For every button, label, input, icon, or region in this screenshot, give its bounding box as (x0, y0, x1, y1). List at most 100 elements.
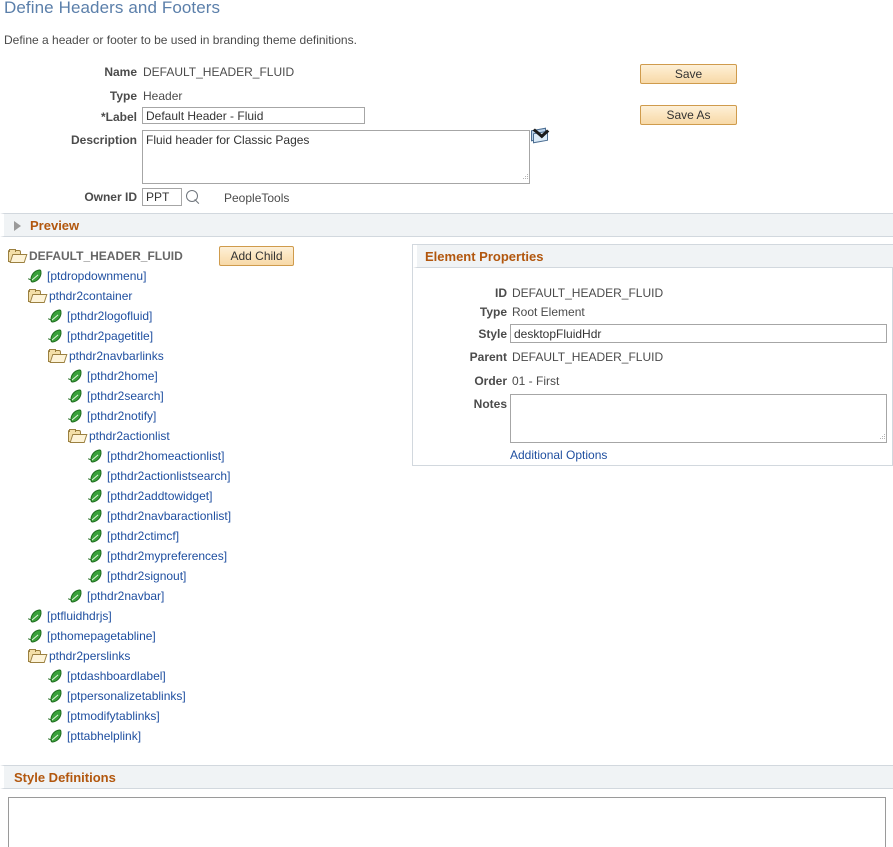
tree-node-link[interactable]: [pthomepagetabline] (42, 626, 156, 646)
tree-node-link[interactable]: [pttabhelplink] (62, 726, 141, 746)
folder-open-icon (28, 649, 44, 662)
tree-node[interactable]: [pthdr2ctimcf] (88, 525, 179, 545)
leaf-icon (88, 469, 102, 482)
tree-node-link[interactable]: [pthdr2logofluid] (62, 306, 152, 326)
name-label: Name (40, 65, 137, 79)
tree-node[interactable]: [pthdr2actionlistsearch] (88, 465, 230, 485)
tree-node[interactable]: [pthdr2notify] (68, 405, 156, 425)
element-tree: DEFAULT_HEADER_FLUID[ptdropdownmenu]pthd… (0, 245, 405, 750)
folder-open-icon (68, 429, 84, 442)
tree-node-link[interactable]: [pthdr2navbar] (82, 586, 164, 606)
tree-node[interactable]: [pthdr2logofluid] (48, 305, 152, 325)
leaf-icon (88, 529, 102, 542)
tree-node[interactable]: [ptdropdownmenu] (28, 265, 146, 285)
owner-id-label: Owner ID (40, 190, 137, 204)
tree-node-link[interactable]: [pthdr2pagetitle] (62, 326, 153, 346)
tree-node[interactable]: [ptfluidhdrjs] (28, 605, 112, 625)
tree-node-link[interactable]: pthdr2perslinks (44, 646, 130, 666)
element-properties-title: Element Properties (425, 249, 544, 264)
tree-node-link[interactable]: [pthdr2actionlistsearch] (102, 466, 230, 486)
collapse-right-arrow-icon[interactable] (14, 221, 21, 231)
tree-node[interactable]: [pttabhelplink] (48, 725, 141, 745)
leaf-icon (48, 709, 62, 722)
leaf-icon (48, 329, 62, 342)
save-button[interactable]: Save (640, 64, 737, 84)
tree-node-link[interactable]: [pthdr2addtowidget] (102, 486, 212, 506)
ep-style-label: Style (421, 327, 507, 341)
name-value: DEFAULT_HEADER_FLUID (143, 65, 294, 79)
leaf-icon (28, 609, 42, 622)
ep-parent-label: Parent (421, 350, 507, 364)
tree-node-link[interactable]: [ptfluidhdrjs] (42, 606, 112, 626)
additional-options-link[interactable]: Additional Options (510, 448, 607, 462)
tree-node[interactable]: [pthdr2search] (68, 385, 164, 405)
tree-node-link[interactable]: [pthdr2search] (82, 386, 164, 406)
folder-open-icon (8, 249, 24, 262)
ep-notes-textarea[interactable] (510, 394, 887, 443)
tree-node-label-current: DEFAULT_HEADER_FLUID (24, 246, 183, 266)
tree-node-link[interactable]: [ptdashboardlabel] (62, 666, 166, 686)
tree-node-link[interactable]: pthdr2container (44, 286, 132, 306)
tree-node[interactable]: DEFAULT_HEADER_FLUID (8, 245, 183, 265)
tree-node-link[interactable]: [pthdr2home] (82, 366, 158, 386)
tree-node-link[interactable]: [pthdr2ctimcf] (102, 526, 179, 546)
tree-node[interactable]: [pthdr2home] (68, 365, 158, 385)
tree-node[interactable]: [pthdr2signout] (88, 565, 186, 585)
tree-node-link[interactable]: [pthdr2notify] (82, 406, 156, 426)
ep-order-label: Order (421, 374, 507, 388)
leaf-icon (88, 449, 102, 462)
style-definitions-title: Style Definitions (14, 770, 116, 785)
tree-node[interactable]: [pthdr2mypreferences] (88, 545, 227, 565)
tree-node[interactable]: [pthdr2addtowidget] (88, 485, 212, 505)
page-root: Define Headers and Footers Define a head… (0, 0, 893, 847)
spell-check-icon[interactable] (530, 126, 548, 143)
folder-open-icon (28, 289, 44, 302)
save-as-button[interactable]: Save As (640, 105, 737, 125)
element-properties-header-bar: Element Properties (413, 245, 893, 268)
tree-node[interactable]: pthdr2container (28, 285, 132, 305)
leaf-icon (88, 509, 102, 522)
leaf-icon (28, 269, 42, 282)
tree-node[interactable]: [pthdr2homeactionlist] (88, 445, 224, 465)
tree-node[interactable]: [pthomepagetabline] (28, 625, 156, 645)
add-child-button[interactable]: Add Child (219, 246, 294, 266)
tree-node[interactable]: pthdr2actionlist (68, 425, 170, 445)
leaf-icon (48, 689, 62, 702)
type-value: Header (143, 89, 182, 103)
tree-node[interactable]: [pthdr2navbar] (68, 585, 164, 605)
tree-node-link[interactable]: pthdr2navbarlinks (64, 346, 164, 366)
tree-node-link[interactable]: [pthdr2homeactionlist] (102, 446, 224, 466)
tree-node-link[interactable]: pthdr2actionlist (84, 426, 170, 446)
ep-type-value: Root Element (512, 305, 585, 319)
tree-node[interactable]: [pthdr2navbaractionlist] (88, 505, 231, 525)
tree-node[interactable]: [ptpersonalizetablinks] (48, 685, 186, 705)
tree-node[interactable]: pthdr2navbarlinks (48, 345, 164, 365)
tree-node[interactable]: [ptdashboardlabel] (48, 665, 166, 685)
tree-node-link[interactable]: [ptdropdownmenu] (42, 266, 146, 286)
tree-node-link[interactable]: [pthdr2signout] (102, 566, 186, 586)
page-subtitle: Define a header or footer to be used in … (4, 33, 357, 47)
leaf-icon (48, 729, 62, 742)
description-textarea[interactable] (142, 130, 530, 184)
ep-style-input[interactable] (510, 324, 887, 343)
tree-node-link[interactable]: [ptpersonalizetablinks] (62, 686, 186, 706)
description-label: Description (28, 133, 137, 147)
magnifier-lookup-icon[interactable] (185, 189, 202, 206)
ep-id-value: DEFAULT_HEADER_FLUID (512, 286, 663, 300)
tree-node-link[interactable]: [ptmodifytablinks] (62, 706, 160, 726)
leaf-icon (48, 309, 62, 322)
leaf-icon (68, 389, 82, 402)
tree-node[interactable]: [ptmodifytablinks] (48, 705, 160, 725)
leaf-icon (88, 549, 102, 562)
label-input[interactable] (142, 107, 365, 124)
tree-node-link[interactable]: [pthdr2navbaractionlist] (102, 506, 231, 526)
leaf-icon (88, 569, 102, 582)
folder-open-icon (48, 349, 64, 362)
tree-node[interactable]: [pthdr2pagetitle] (48, 325, 153, 345)
style-definitions-section-bar: Style Definitions (0, 765, 893, 789)
tree-node[interactable]: pthdr2perslinks (28, 645, 130, 665)
owner-id-input[interactable] (142, 188, 182, 206)
tree-node-link[interactable]: [pthdr2mypreferences] (102, 546, 227, 566)
style-definitions-textarea[interactable] (8, 797, 886, 847)
preview-section-bar[interactable]: Preview (0, 213, 893, 237)
